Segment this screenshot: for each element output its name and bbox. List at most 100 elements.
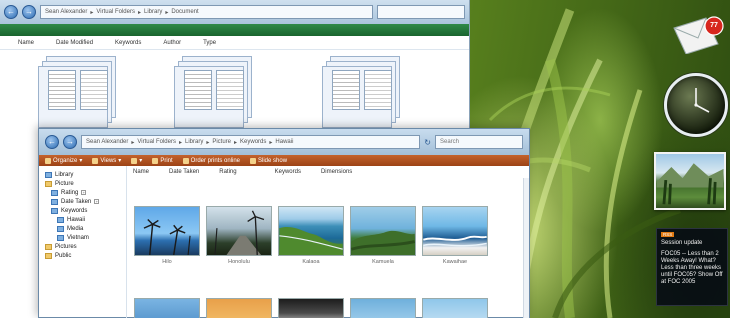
column-header-keywords[interactable]: Keywords [275, 169, 301, 175]
breadcrumb-separator-icon: ▸ [137, 9, 141, 16]
column-header-author[interactable]: Author [163, 40, 181, 46]
breadcrumb-item[interactable]: Document [171, 9, 198, 15]
tree-label: Public [55, 252, 72, 259]
breadcrumb-item[interactable]: Library [144, 9, 162, 15]
tree-item-date-taken[interactable]: Date Taken + [45, 197, 120, 206]
folder-icon [45, 243, 52, 250]
slideshow-gadget[interactable] [654, 152, 726, 210]
organize-button[interactable]: Organize ▾ [45, 157, 82, 164]
tree-label: Date Taken [61, 198, 92, 205]
pictures-window[interactable]: ← → Sean Alexander ▸ Virtual Folders ▸ Lib… [38, 128, 530, 318]
documents-address-bar[interactable]: Sean Alexander ▸ Virtual Folders ▸ Library… [40, 5, 373, 19]
print-button[interactable]: Print [152, 157, 173, 164]
tree-item-hawaii[interactable]: Hawaii [45, 215, 120, 224]
tree-item-vietnam[interactable]: Vietnam [45, 233, 120, 242]
order-prints-button[interactable]: Order prints online [182, 157, 240, 164]
column-header-type[interactable]: Type [203, 40, 216, 46]
document-stack[interactable] [172, 56, 262, 134]
breadcrumb-item[interactable]: Sean Alexander [86, 139, 128, 145]
photo-thumbnail[interactable] [350, 298, 416, 318]
documents-search-input[interactable] [377, 5, 465, 19]
mail-gadget[interactable]: 77 [672, 14, 726, 55]
tree-item-rating[interactable]: Rating + [45, 188, 120, 197]
tree-item-keywords[interactable]: Keywords [45, 206, 120, 215]
photo-thumbnail[interactable] [134, 298, 200, 318]
photo-thumbnail[interactable] [350, 206, 416, 256]
document-thumbnail [216, 70, 244, 110]
breadcrumb-item[interactable]: Picture [212, 139, 231, 145]
photo-thumbnail[interactable] [278, 298, 344, 318]
folder-icon [57, 216, 64, 223]
breadcrumb-item[interactable]: Hawaii [275, 139, 293, 145]
breadcrumb-item[interactable]: Library [185, 139, 203, 145]
tree-item-library[interactable]: Library [45, 170, 120, 179]
breadcrumb-separator-icon: ▸ [90, 9, 94, 16]
feed-item-body[interactable]: FOC05 -- Less than 2 Weeks Away! What? L… [661, 251, 723, 286]
column-header-date-modified[interactable]: Date Modified [56, 40, 93, 46]
back-button[interactable]: ← [45, 135, 59, 149]
expand-icon[interactable]: + [94, 199, 100, 204]
tree-item-public[interactable]: Public [45, 251, 120, 260]
photo-thumbnail[interactable] [206, 298, 272, 318]
column-header-rating[interactable]: Rating [219, 169, 236, 175]
more-icon [131, 157, 138, 164]
pictures-scrollbar[interactable] [523, 178, 529, 318]
folder-icon [51, 189, 58, 196]
photo-thumbnail[interactable] [134, 206, 200, 256]
folder-icon [45, 252, 52, 259]
tree-item-pictures[interactable]: Pictures [45, 242, 120, 251]
breadcrumb-item[interactable]: Keywords [240, 139, 266, 145]
photo-thumbnail[interactable] [422, 298, 488, 318]
column-header-date-taken[interactable]: Date Taken [169, 169, 199, 175]
forward-button[interactable]: → [63, 135, 77, 149]
pictures-address-bar[interactable]: Sean Alexander ▸ Virtual Folders ▸ Library… [81, 135, 421, 149]
document-stack[interactable] [320, 56, 410, 134]
back-arrow-icon: ← [7, 7, 15, 16]
breadcrumb-item[interactable]: Sean Alexander [45, 9, 87, 15]
photo-label: Kawaihae [442, 259, 468, 265]
feed-headlines-gadget[interactable]: RSS Session update FOC05 -- Less than 2 … [656, 228, 728, 306]
views-button[interactable]: Views ▾ [92, 157, 121, 164]
photo-thumbnail[interactable] [206, 206, 272, 256]
unread-count-badge: 77 [710, 22, 718, 29]
refresh-icon[interactable]: ↻ [424, 138, 431, 147]
clock-face-icon [694, 88, 710, 113]
more-button[interactable]: ▾ [131, 157, 142, 164]
tree-item-media[interactable]: Media [45, 224, 120, 233]
column-header-name[interactable]: Name [18, 40, 34, 46]
coastline-image [279, 227, 343, 255]
pictures-search-input[interactable]: Search [435, 135, 523, 149]
beach-waves-image [423, 235, 487, 247]
breadcrumb-item[interactable]: Virtual Folders [137, 139, 176, 145]
photo-thumbnail[interactable] [278, 206, 344, 256]
column-header-dimensions[interactable]: Dimensions [321, 169, 352, 175]
views-icon [92, 157, 99, 164]
chevron-down-icon: ▾ [79, 158, 83, 164]
photo-thumbnail[interactable] [422, 206, 488, 256]
forward-button[interactable]: → [22, 5, 36, 19]
views-label: Views [100, 157, 117, 164]
document-thumbnail [332, 70, 360, 110]
pictures-command-bar: Organize ▾ Views ▾ ▾ Print Order prints on… [39, 155, 529, 166]
palm-trees-image [143, 218, 191, 256]
expand-icon[interactable]: + [81, 190, 87, 195]
green-hills-image [350, 230, 416, 255]
search-placeholder: Search [440, 139, 460, 145]
document-thumbnail [48, 70, 76, 110]
breadcrumb-item[interactable]: Virtual Folders [96, 9, 135, 15]
feed-item-title[interactable]: Session update [661, 240, 723, 247]
slideshow-button[interactable]: Slide show [250, 157, 287, 164]
tree-label: Library [55, 171, 74, 178]
forward-arrow-icon: → [66, 137, 74, 146]
back-button[interactable]: ← [4, 5, 18, 19]
photo-label: Honolulu [228, 259, 250, 265]
document-thumbnail [80, 70, 108, 110]
slideshow-icon [250, 157, 257, 164]
clock-gadget[interactable] [664, 73, 728, 137]
column-header-name[interactable]: Name [133, 169, 149, 175]
print-label: Print [160, 157, 173, 164]
print-icon [152, 157, 159, 164]
document-stack[interactable] [36, 56, 126, 134]
column-header-keywords[interactable]: Keywords [115, 40, 141, 46]
tree-item-picture[interactable]: Picture [45, 179, 120, 188]
